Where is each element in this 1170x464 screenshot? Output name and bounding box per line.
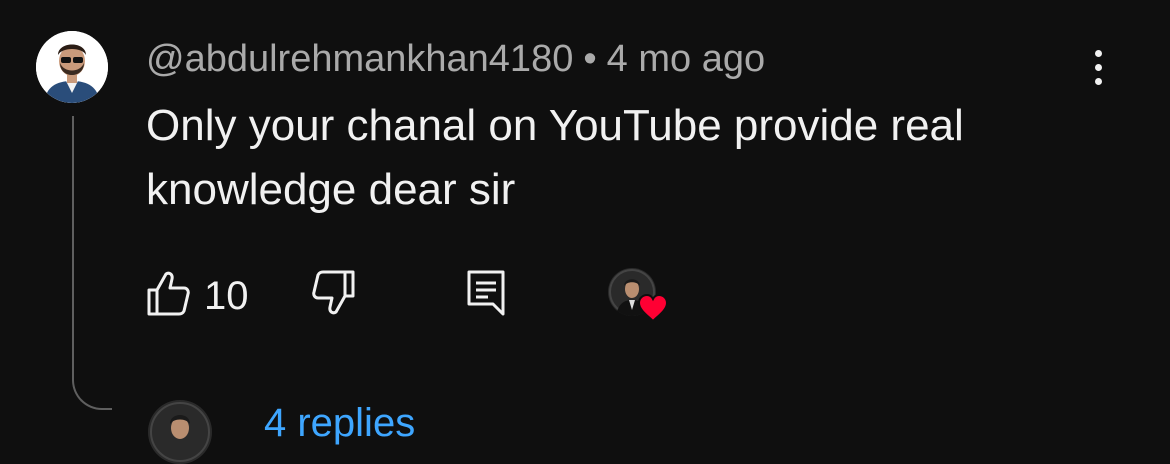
creator-heart-badge [608, 268, 668, 324]
like-count: 10 [204, 274, 249, 318]
thread-line [72, 116, 74, 366]
reply-author-avatar [148, 400, 212, 464]
heart-icon [638, 294, 668, 322]
comment-text-line: knowledge dear sir [146, 165, 516, 214]
dislike-button[interactable] [312, 268, 356, 318]
replies-toggle[interactable]: 4 replies [264, 398, 415, 448]
author-avatar-image [36, 31, 108, 103]
more-vert-icon[interactable] [1080, 42, 1116, 92]
timestamp: 4 mo ago [606, 38, 766, 80]
author-avatar[interactable] [36, 31, 108, 103]
reply-avatar-image [148, 400, 212, 464]
comment-text-line: Only your chanal on YouTube provide real [146, 101, 964, 150]
thumb-up-icon [147, 271, 190, 316]
comment-meta: @abdulrehmankhan4180 • 4 mo ago [146, 34, 765, 84]
author-name[interactable]: @abdulrehmankhan4180 [146, 38, 573, 80]
reply-button[interactable] [466, 268, 506, 318]
comment-icon [467, 270, 505, 316]
thumb-down-icon [312, 270, 355, 315]
comment-text: Only your chanal on YouTube provide real… [146, 94, 1126, 222]
thread-connector [72, 340, 112, 410]
meta-separator: • [583, 38, 597, 80]
like-button[interactable] [146, 268, 190, 318]
